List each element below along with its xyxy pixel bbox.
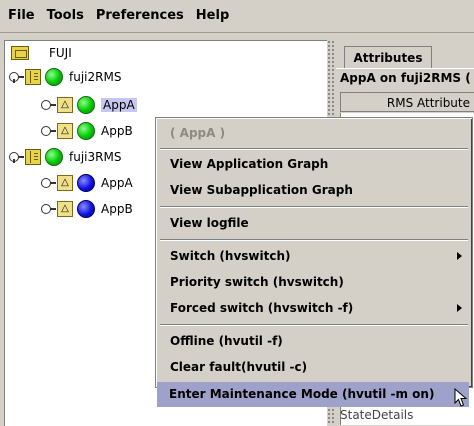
menu-item-priority-switch[interactable]: Priority switch (hvswitch) [158, 270, 470, 295]
online-status-icon [45, 68, 63, 86]
tree-node-label: fuji3RMS [69, 150, 122, 164]
tree-node-fuji3rms[interactable]: fuji3RMS [9, 147, 121, 167]
submenu-arrow-icon [457, 304, 462, 312]
menu-item-view-application-graph[interactable]: View Application Graph [158, 152, 470, 177]
menu-separator [160, 206, 468, 208]
tree-app-label: AppB [101, 124, 133, 138]
menu-help[interactable]: Help [190, 0, 235, 32]
menu-item-view-subapplication-graph[interactable]: View Subapplication Graph [158, 178, 470, 203]
expand-handle-icon[interactable] [9, 152, 24, 163]
menu-item-forced-switch[interactable]: Forced switch (hvswitch -f) [158, 296, 470, 321]
warning-triangle-icon: △ [57, 175, 73, 191]
expand-handle-icon[interactable] [41, 126, 56, 136]
node-book-icon [25, 149, 41, 165]
menu-item-label: Forced switch (hvswitch -f) [170, 301, 354, 315]
tree-node-fuji2rms[interactable]: fuji2RMS [9, 67, 121, 87]
menu-item-switch[interactable]: Switch (hvswitch) [158, 244, 470, 269]
menu-item-label: Switch (hvswitch) [170, 249, 291, 263]
warning-triangle-icon: △ [57, 123, 73, 139]
menu-preferences[interactable]: Preferences [90, 0, 190, 32]
menu-item-view-logfile[interactable]: View logfile [158, 211, 470, 236]
tree-app-fuji3rms-appb[interactable]: △ AppB [41, 199, 133, 219]
submenu-arrow-icon [457, 252, 462, 260]
column-header-rms-attribute[interactable]: RMS Attribute [340, 92, 474, 112]
menu-item-clear-fault[interactable]: Clear fault(hvutil -c) [158, 355, 470, 380]
tree-root-label: FUJI [49, 46, 72, 60]
tree-app-fuji2rms-appa[interactable]: △ AppA [41, 95, 137, 115]
expand-handle-icon[interactable] [41, 178, 56, 188]
warning-triangle-icon: △ [57, 201, 73, 217]
offline-status-icon [77, 200, 95, 218]
attributes-title: AppA on fuji2RMS ( [340, 71, 471, 85]
context-menu-header: ( AppA ) [170, 126, 226, 140]
tree-app-label: AppA [101, 98, 137, 112]
mouse-pointer-icon [454, 388, 468, 407]
expand-handle-icon[interactable] [41, 204, 56, 214]
cluster-icon [11, 46, 29, 60]
menu-separator [160, 324, 468, 326]
tab-attributes[interactable]: Attributes [344, 46, 432, 69]
tree-app-fuji3rms-appa[interactable]: △ AppA [41, 173, 133, 193]
menu-bar: File Tools Preferences Help [0, 0, 474, 33]
online-status-icon [77, 96, 95, 114]
online-status-icon [77, 122, 95, 140]
menu-item-offline[interactable]: Offline (hvutil -f) [158, 329, 470, 354]
expand-handle-icon[interactable] [9, 72, 24, 83]
tree-root[interactable]: FUJI [11, 43, 72, 63]
warning-triangle-icon: △ [57, 97, 73, 113]
offline-status-icon [77, 174, 95, 192]
tab-divider [336, 68, 474, 69]
menu-file[interactable]: File [0, 0, 41, 32]
menu-tools[interactable]: Tools [41, 0, 90, 32]
menu-separator [160, 148, 468, 150]
menu-item-enter-maintenance-mode[interactable]: Enter Maintenance Mode (hvutil -m on) [157, 382, 469, 407]
attribute-row-peek: StateDetails [340, 408, 414, 422]
tree-app-fuji2rms-appb[interactable]: △ AppB [41, 121, 133, 141]
online-status-icon [45, 148, 63, 166]
node-book-icon [25, 69, 41, 85]
tree-node-label: fuji2RMS [69, 70, 122, 84]
tree-app-label: AppA [101, 176, 133, 190]
context-menu: ( AppA ) View Application Graph View Sub… [155, 117, 473, 388]
tree-app-label: AppB [101, 202, 133, 216]
expand-handle-icon[interactable] [41, 100, 56, 110]
menu-separator [160, 239, 468, 241]
